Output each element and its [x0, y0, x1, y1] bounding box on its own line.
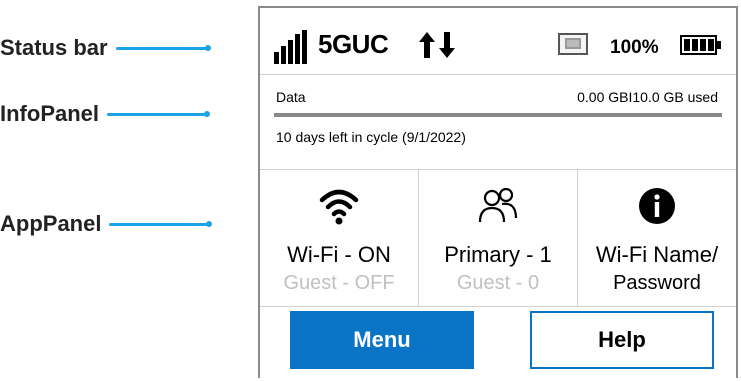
callout-label: AppPanel: [0, 211, 102, 236]
callout-info-panel: InfoPanel: [0, 99, 211, 129]
callout-label: InfoPanel: [0, 101, 100, 126]
battery-percent: 100%: [610, 37, 659, 58]
wifi-icon: [319, 189, 359, 225]
wifi-status: Wi-Fi - ON: [287, 242, 391, 267]
callout-line: [109, 222, 210, 226]
callout-label: Status bar: [0, 35, 108, 60]
callout-line: [107, 112, 208, 116]
password-label: Password: [613, 272, 701, 294]
info-icon: [639, 188, 675, 224]
primary-users: Primary - 1: [444, 242, 552, 267]
battery-full-icon: [680, 35, 721, 55]
guest-wifi-status: Guest - OFF: [283, 272, 395, 294]
data-label: Data: [276, 89, 306, 105]
callout-dot: [204, 45, 211, 51]
callout-app-panel: AppPanel: [0, 209, 213, 239]
app-tile-wifi-name[interactable]: Wi-Fi Name/ Password: [578, 170, 736, 306]
app-tile-wifi[interactable]: Wi-Fi - ON Guest - OFF: [260, 170, 419, 306]
data-used: 0.00 GBI10.0 GB used: [577, 89, 718, 105]
wifi-name-label: Wi-Fi Name/: [595, 242, 719, 267]
signal-bars-icon: [274, 30, 307, 64]
up-down-arrows-icon: [419, 32, 455, 58]
callout-dot: [206, 221, 213, 227]
data-usage-bar: [274, 113, 722, 117]
callout-line: [115, 46, 208, 50]
callout-status-bar: Status bar: [0, 33, 211, 63]
users-icon: [478, 187, 518, 223]
button-row: Menu Help: [260, 306, 736, 381]
app-panel: Wi-Fi - ON Guest - OFF Primary - 1 Guest…: [260, 170, 736, 306]
sim-card-icon: [558, 33, 588, 55]
status-bar: 5GUC 100%: [260, 8, 736, 75]
guest-users: Guest - 0: [456, 272, 540, 294]
network-type: 5GUC: [318, 29, 389, 59]
callout-dot: [204, 111, 211, 117]
app-tile-users[interactable]: Primary - 1 Guest - 0: [419, 170, 578, 306]
help-button[interactable]: Help: [530, 311, 714, 369]
info-panel: Data 0.00 GBI10.0 GB used 10 days left i…: [260, 75, 736, 170]
device-screen: 5GUC 100% Data 0.00 GBI10.0 GB used 10 d…: [258, 6, 738, 378]
cycle-text: 10 days left in cycle (9/1/2022): [276, 129, 466, 145]
menu-button[interactable]: Menu: [290, 311, 474, 369]
